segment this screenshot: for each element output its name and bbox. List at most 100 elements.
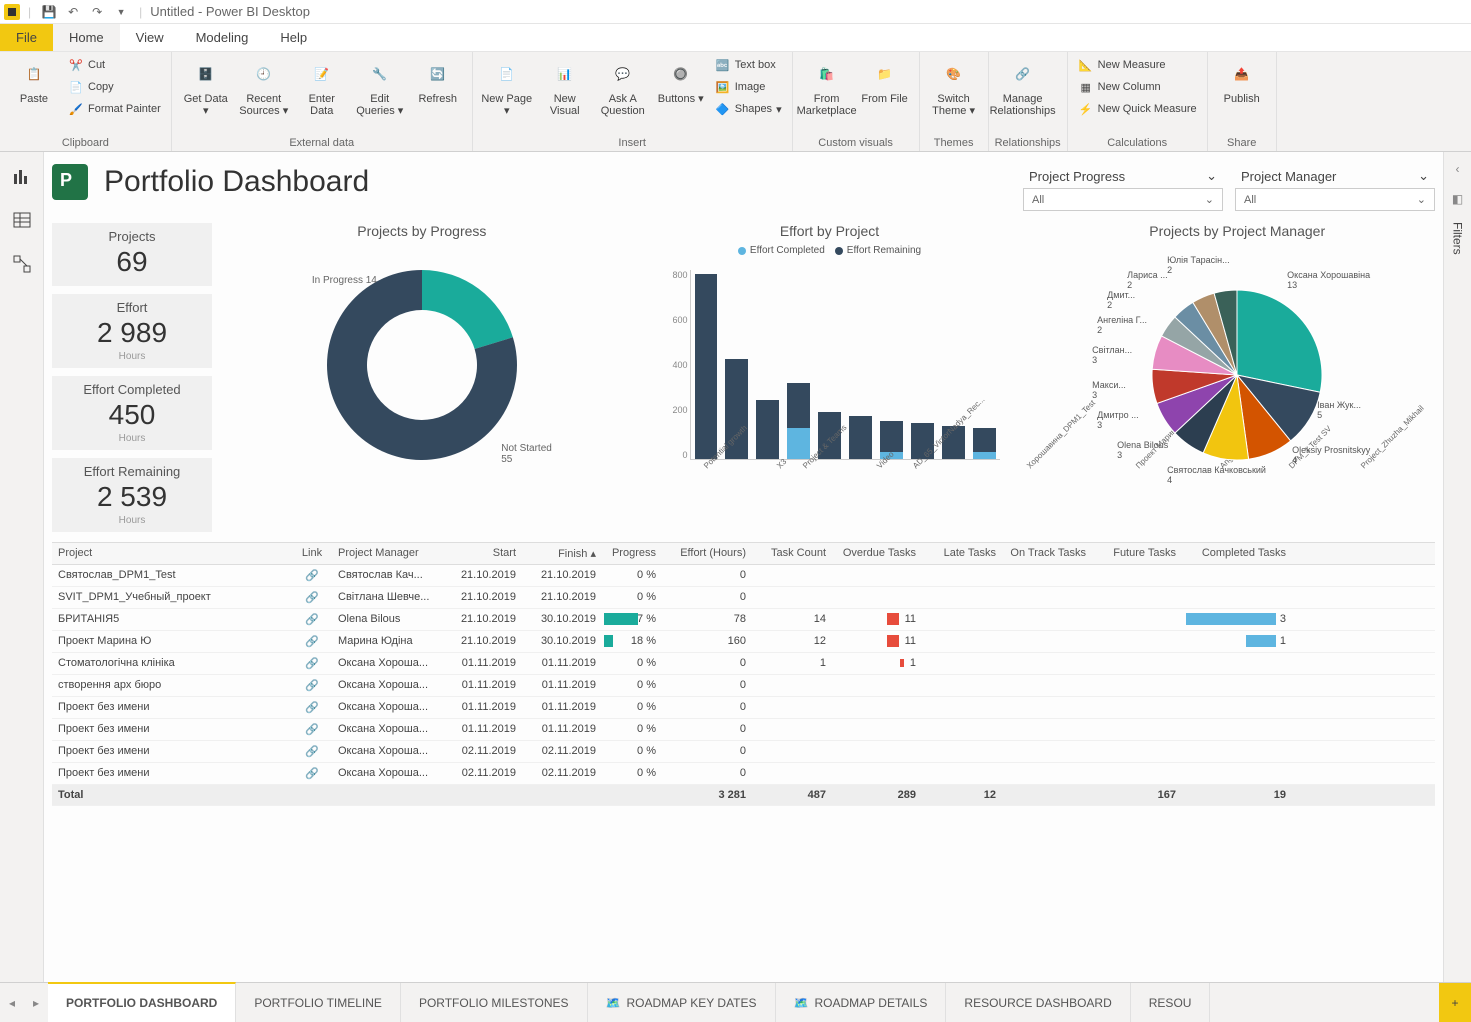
kpi-completed[interactable]: Effort Completed 450 Hours [52, 376, 212, 450]
add-page-button[interactable]: + [1439, 983, 1471, 1022]
chevron-down-icon[interactable]: ⌄ [1417, 193, 1426, 206]
image-button[interactable]: 🖼️Image [711, 76, 786, 98]
new-page-icon: 📄 [491, 58, 523, 90]
copy-button[interactable]: 📄Copy [64, 76, 165, 98]
filters-panel-label[interactable]: Filters [1451, 222, 1465, 255]
page-nav-next[interactable]: ▸ [24, 983, 48, 1022]
group-label-insert: Insert [479, 135, 786, 151]
kpi-projects[interactable]: Projects 69 [52, 223, 212, 286]
link-icon[interactable]: 🔗 [305, 724, 319, 736]
table-row[interactable]: Проект без имени🔗Оксана Хороша...01.11.2… [52, 719, 1435, 741]
publish-button[interactable]: 📤Publish [1214, 54, 1270, 109]
switch-theme-button[interactable]: 🎨Switch Theme ▾ [926, 54, 982, 121]
link-icon[interactable]: 🔗 [305, 658, 319, 670]
chart-projects-by-progress[interactable]: Projects by Progress In Progress 14Not S… [224, 223, 620, 532]
tab-file[interactable]: File [0, 24, 53, 51]
link-icon[interactable]: 🔗 [305, 614, 319, 626]
project-logo-icon [52, 164, 88, 200]
ribbon-tabs: File Home View Modeling Help [0, 24, 1471, 52]
group-label-rel: Relationships [995, 135, 1061, 151]
slicer-manager[interactable]: Project Manager⌄ All⌄ [1235, 164, 1435, 211]
recent-sources-button[interactable]: 🕘Recent Sources ▾ [236, 54, 292, 121]
chart-effort-by-project[interactable]: Effort by Project Effort Completed Effor… [632, 223, 1028, 532]
group-label-themes: Themes [926, 135, 982, 151]
page-tab[interactable]: PORTFOLIO MILESTONES [401, 983, 588, 1022]
buttons-button[interactable]: 🔘Buttons ▾ [653, 54, 709, 109]
table-row[interactable]: Проект без имени🔗Оксана Хороша...02.11.2… [52, 763, 1435, 785]
paste-button[interactable]: 📋 Paste [6, 54, 62, 109]
format-painter-button[interactable]: 🖌️Format Painter [64, 98, 165, 120]
collapse-icon[interactable]: ‹ [1456, 162, 1460, 176]
tab-help[interactable]: Help [264, 24, 323, 51]
tab-view[interactable]: View [120, 24, 180, 51]
link-icon[interactable]: 🔗 [305, 702, 319, 714]
link-icon[interactable]: 🔗 [305, 746, 319, 758]
group-label-custom: Custom visuals [799, 135, 913, 151]
link-icon[interactable]: 🔗 [305, 570, 319, 582]
kpi-effort[interactable]: Effort 2 989 Hours [52, 294, 212, 368]
shapes-button[interactable]: 🔷Shapes ▾ [711, 98, 786, 120]
kpi-remaining[interactable]: Effort Remaining 2 539 Hours [52, 458, 212, 532]
page-tab[interactable]: PORTFOLIO DASHBOARD [48, 982, 236, 1022]
table-row[interactable]: БРИТАНІЯ5🔗Olena Bilous21.10.201930.10.20… [52, 609, 1435, 631]
from-marketplace-button[interactable]: 🛍️From Marketplace [799, 54, 855, 121]
page-nav-prev[interactable]: ◂ [0, 983, 24, 1022]
model-view-icon[interactable] [6, 248, 38, 280]
buttons-icon: 🔘 [665, 58, 697, 90]
get-data-button[interactable]: 🗄️Get Data ▾ [178, 54, 234, 121]
table-row[interactable]: SVIT_DPM1_Учебный_проект🔗Світлана Шевче.… [52, 587, 1435, 609]
group-label-calc: Calculations [1074, 135, 1201, 151]
link-icon[interactable]: 🔗 [305, 768, 319, 780]
visualizations-icon[interactable]: ◧ [1452, 192, 1463, 206]
enter-data-icon: 📝 [306, 58, 338, 90]
page-tab[interactable]: RESOURCE DASHBOARD [946, 983, 1130, 1022]
report-canvas[interactable]: Portfolio Dashboard Project Progress⌄ Al… [44, 152, 1443, 982]
table-row[interactable]: створення арх бюро🔗Оксана Хороша...01.11… [52, 675, 1435, 697]
table-row[interactable]: Проект Марина Ю🔗Марина Юдіна21.10.201930… [52, 631, 1435, 653]
report-view-icon[interactable] [6, 160, 38, 192]
ask-icon: 💬 [607, 58, 639, 90]
page-tab[interactable]: PORTFOLIO TIMELINE [236, 983, 401, 1022]
page-tabs: ◂ ▸ PORTFOLIO DASHBOARDPORTFOLIO TIMELIN… [0, 982, 1471, 1022]
chevron-down-icon[interactable]: ⌄ [1206, 168, 1217, 184]
table-row[interactable]: Проект без имени🔗Оксана Хороша...02.11.2… [52, 741, 1435, 763]
page-tab[interactable]: 🗺️ROADMAP DETAILS [776, 983, 947, 1022]
save-icon[interactable]: 💾 [39, 2, 59, 22]
new-visual-button[interactable]: 📊New Visual [537, 54, 593, 121]
tab-home[interactable]: Home [53, 24, 120, 51]
left-rail [0, 152, 44, 982]
redo-icon[interactable]: ↷ [87, 2, 107, 22]
page-tab[interactable]: 🗺️ROADMAP KEY DATES [588, 983, 776, 1022]
manage-relationships-button[interactable]: 🔗Manage Relationships [995, 54, 1051, 121]
chart-projects-by-pm[interactable]: Projects by Project Manager Оксана Хорош… [1039, 223, 1435, 532]
new-quick-measure-button[interactable]: ⚡New Quick Measure [1074, 98, 1201, 120]
cut-button[interactable]: ✂️Cut [64, 54, 165, 76]
page-tab[interactable]: RESOU [1131, 983, 1211, 1022]
from-file-button[interactable]: 📁From File [857, 54, 913, 109]
data-view-icon[interactable] [6, 204, 38, 236]
table-row[interactable]: Проект без имени🔗Оксана Хороша...01.11.2… [52, 697, 1435, 719]
link-icon[interactable]: 🔗 [305, 636, 319, 648]
refresh-button[interactable]: 🔄Refresh [410, 54, 466, 109]
text-box-button[interactable]: 🔤Text box [711, 54, 786, 76]
chevron-down-icon[interactable]: ⌄ [1418, 168, 1429, 184]
undo-icon[interactable]: ↶ [63, 2, 83, 22]
projects-table[interactable]: Project Link Project Manager Start Finis… [52, 542, 1435, 806]
new-page-button[interactable]: 📄New Page ▾ [479, 54, 535, 121]
new-column-button[interactable]: ▦New Column [1074, 76, 1201, 98]
slicer-progress[interactable]: Project Progress⌄ All⌄ [1023, 164, 1223, 211]
ask-question-button[interactable]: 💬Ask A Question [595, 54, 651, 121]
link-icon[interactable]: 🔗 [305, 680, 319, 692]
measure-icon: 📐 [1078, 57, 1094, 73]
link-icon[interactable]: 🔗 [305, 592, 319, 604]
new-measure-button[interactable]: 📐New Measure [1074, 54, 1201, 76]
qat-dropdown-icon[interactable]: ▼ [111, 2, 131, 22]
edit-queries-button[interactable]: 🔧Edit Queries ▾ [352, 54, 408, 121]
enter-data-button[interactable]: 📝Enter Data [294, 54, 350, 121]
chevron-down-icon[interactable]: ⌄ [1205, 193, 1214, 206]
main-layout: Portfolio Dashboard Project Progress⌄ Al… [0, 152, 1471, 982]
table-row[interactable]: Стоматологічна клініка🔗Оксана Хороша...0… [52, 653, 1435, 675]
tab-modeling[interactable]: Modeling [180, 24, 265, 51]
table-row[interactable]: Святослав_DPM1_Test🔗Святослав Кач...21.1… [52, 565, 1435, 587]
theme-icon: 🎨 [938, 58, 970, 90]
